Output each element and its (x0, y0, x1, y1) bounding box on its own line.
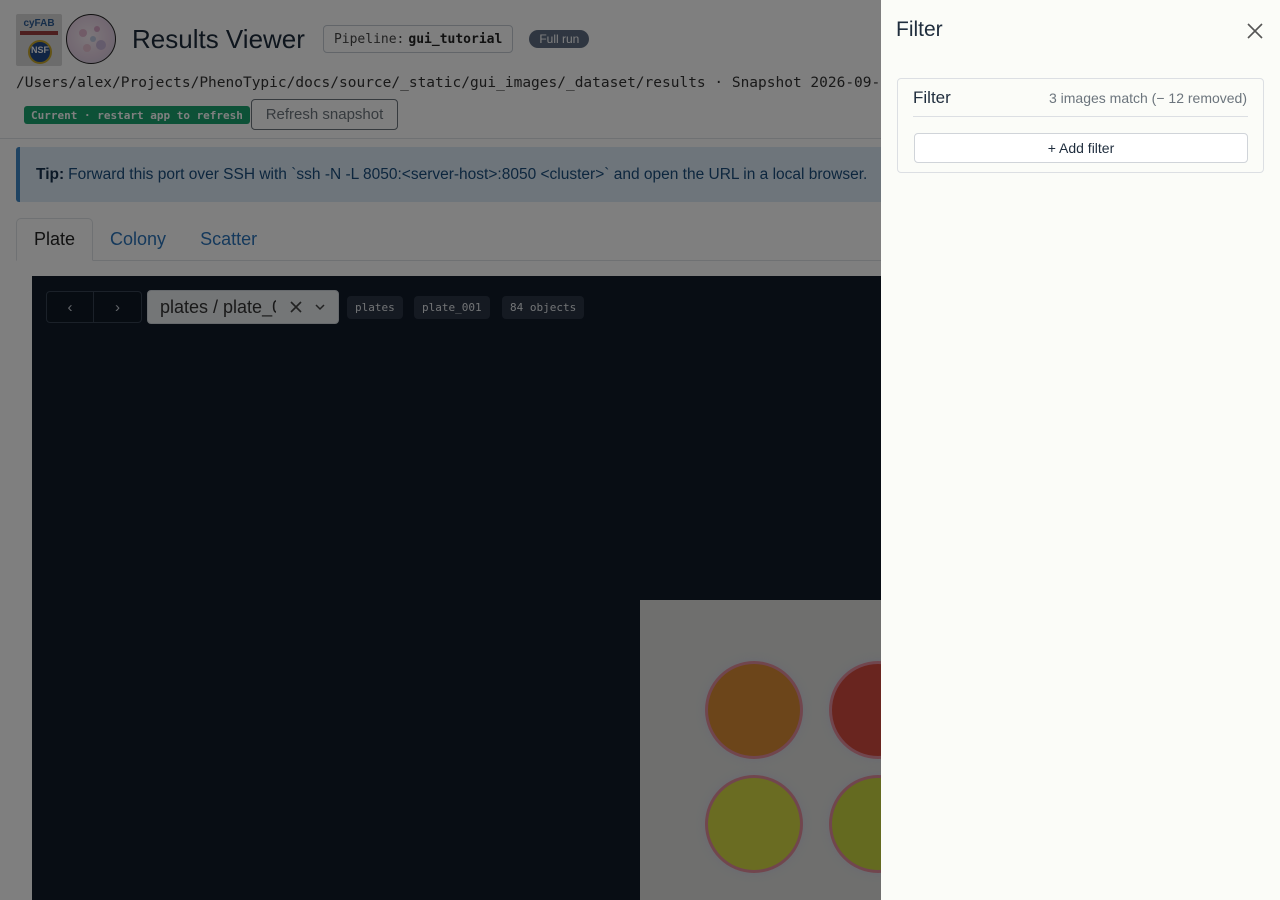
filter-match-count: 3 images match (− 12 removed) (1048, 90, 1247, 106)
drawer-backdrop[interactable] (0, 0, 881, 900)
filter-card-title: Filter (913, 88, 951, 107)
add-filter-button[interactable]: + Add filter (914, 133, 1248, 163)
filter-drawer: Filter Filter 3 images match (− 12 remov… (881, 0, 1280, 900)
filter-card: Filter 3 images match (− 12 removed) + A… (897, 78, 1264, 173)
filter-card-divider (913, 116, 1248, 117)
drawer-title: Filter (896, 18, 943, 41)
close-icon[interactable] (1245, 21, 1265, 41)
